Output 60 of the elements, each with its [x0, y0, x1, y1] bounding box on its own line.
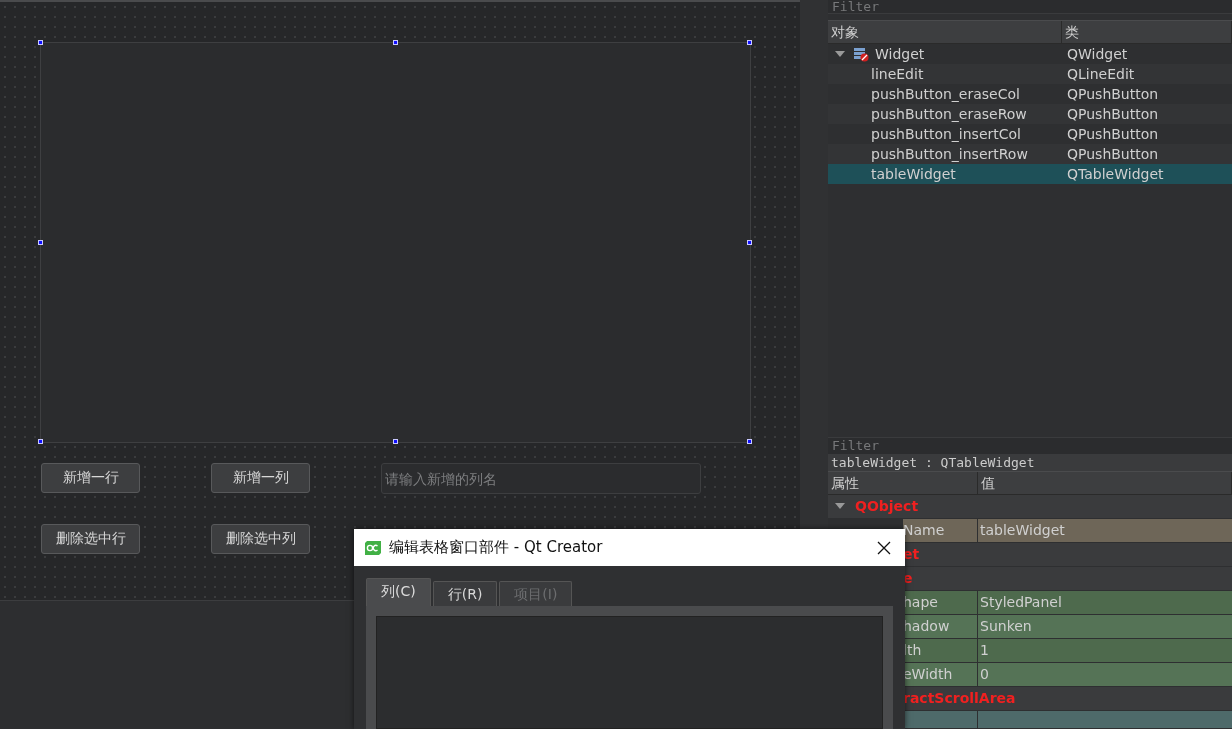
class-name: QPushButton: [1066, 125, 1160, 144]
resize-handle[interactable]: [38, 439, 43, 444]
property-value: 0: [980, 665, 989, 682]
property-value: StyledPanel: [980, 593, 1062, 610]
tree-row[interactable]: pushButton_eraseCol QPushButton: [828, 84, 1232, 104]
resize-handle[interactable]: [392, 40, 398, 45]
tree-row[interactable]: pushButton_eraseRow QPushButton: [828, 104, 1232, 124]
object-name: lineEdit: [871, 65, 924, 84]
push-button[interactable]: 新增一列: [211, 463, 310, 493]
filter-field[interactable]: Filter: [828, 0, 1232, 14]
resize-handle[interactable]: [747, 439, 752, 444]
class-name: QWidget: [1066, 45, 1129, 64]
column-header[interactable]: 对象: [828, 21, 1062, 43]
object-name: Widget: [875, 45, 925, 64]
expand-arrow-icon[interactable]: [835, 503, 845, 510]
property-row[interactable]: eWidth 0: [903, 662, 1232, 687]
property-row[interactable]: Name tableWidget: [903, 518, 1232, 543]
dialog-title: 编辑表格窗口部件 - Qt Creator: [389, 538, 603, 557]
column-header[interactable]: 类: [1062, 21, 1232, 43]
resize-handle[interactable]: [38, 40, 43, 45]
tree-row[interactable]: Widget QWidget: [828, 44, 1232, 64]
push-button[interactable]: 删除选中行: [41, 524, 140, 554]
tab[interactable]: 列(C): [366, 578, 431, 606]
property-value: tableWidget: [980, 521, 1065, 538]
tree-row[interactable]: tableWidget QTableWidget: [828, 164, 1232, 184]
object-name: pushButton_insertCol: [871, 125, 1021, 144]
tree-row[interactable]: pushButton_insertRow QPushButton: [828, 144, 1232, 164]
class-name: QPushButton: [1066, 145, 1160, 164]
push-button[interactable]: 删除选中列: [211, 524, 310, 554]
column-header[interactable]: 值: [978, 471, 1232, 494]
object-name: pushButton_eraseRow: [871, 105, 1027, 124]
resize-handle[interactable]: [38, 239, 43, 245]
app-logo-icon: [365, 540, 381, 555]
resize-handle[interactable]: [747, 40, 752, 45]
resize-handle[interactable]: [392, 439, 398, 444]
tree-row[interactable]: lineEdit QLineEdit: [828, 64, 1232, 84]
push-button[interactable]: 新增一行: [41, 463, 140, 493]
object-name: pushButton_insertRow: [871, 145, 1028, 164]
property-group: QObject: [855, 494, 919, 518]
class-name: QTableWidget: [1066, 165, 1165, 184]
object-name: pushButton_eraseCol: [871, 85, 1020, 104]
object-label: tableWidget : QTableWidget: [828, 455, 1232, 471]
class-name: QLineEdit: [1066, 65, 1136, 84]
tab[interactable]: 行(R): [432, 581, 498, 606]
property-value: Sunken: [980, 617, 1032, 634]
property-group: ractScrollArea: [903, 686, 1016, 710]
property-value: 1: [980, 641, 989, 658]
property-name: Name: [903, 521, 945, 538]
column-name-field[interactable]: 请输入新增的列名: [381, 463, 701, 494]
tree-row[interactable]: pushButton_insertCol QPushButton: [828, 124, 1232, 144]
object-name: tableWidget: [871, 165, 956, 184]
class-name: QPushButton: [1066, 105, 1160, 124]
column-header[interactable]: 属性: [828, 471, 978, 494]
filter-field[interactable]: Filter: [828, 437, 1232, 455]
widget-icon: [853, 46, 869, 62]
property-name: eWidth: [903, 665, 953, 682]
resize-handle[interactable]: [747, 239, 752, 245]
expand-arrow-icon[interactable]: [835, 51, 845, 57]
class-name: QPushButton: [1066, 85, 1160, 104]
close-icon[interactable]: [877, 540, 891, 555]
